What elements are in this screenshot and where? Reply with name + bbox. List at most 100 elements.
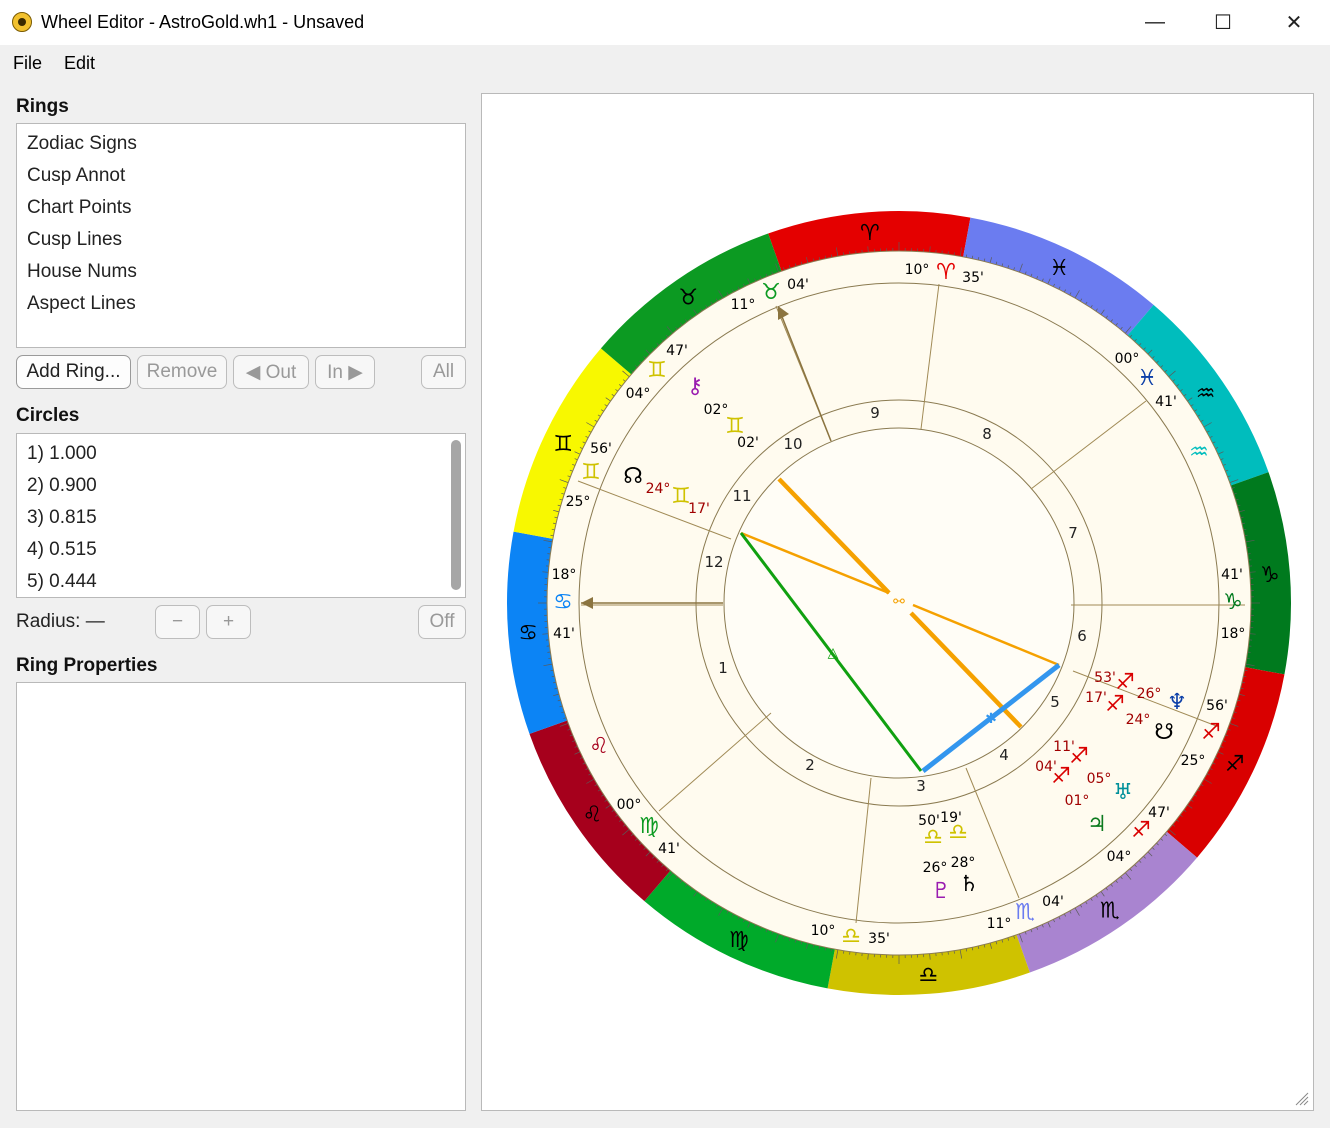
add-ring-button[interactable]: Add Ring... [16,355,131,389]
radius-minus-button[interactable]: − [155,605,200,639]
sign-glyph-icon: ♈ [860,221,880,246]
degree-annotation: 18° [552,567,577,583]
ring-properties-panel[interactable] [16,682,466,1111]
uranus-icon: ♅ [1113,780,1133,805]
rings-list[interactable]: Zodiac Signs Cusp Annot Chart Points Cus… [16,123,466,348]
sign-glyph-icon: ♐ [1225,752,1245,777]
pisces-icon: ♓ [1137,366,1157,391]
degree-annotation: 04° [1107,849,1132,865]
house-number: 1 [718,659,728,677]
opposition-icon: ⚯ [893,594,905,610]
degree-annotation: 35' [868,931,890,947]
degree-annotation: 25° [1181,753,1206,769]
minimize-button[interactable]: — [1120,0,1190,45]
degree-annotation: 56' [590,441,612,457]
list-item[interactable]: Cusp Annot [17,160,465,192]
house-number: 5 [1050,693,1060,711]
sign-glyph-icon: ♉ [678,285,698,310]
degree-annotation: 25° [566,494,591,510]
sign-glyph-icon: ♌ [583,803,603,828]
taurus-icon: ♉ [761,280,781,305]
chiron-icon: ⚷ [687,374,703,399]
list-item[interactable]: Cusp Lines [17,224,465,256]
list-item[interactable]: 5) 0.444 [17,566,465,597]
sagittarius-icon: ♐ [1105,692,1125,717]
in-button[interactable]: In ▶ [315,355,375,389]
resize-grip-icon[interactable] [1291,1088,1309,1106]
degree-annotation: 00° [617,797,642,813]
house-number: 3 [916,777,926,795]
degree-annotation: 47' [666,343,688,359]
capricorn-icon: ♑ [1223,590,1243,615]
sagittarius-icon: ♐ [1069,744,1089,769]
radius-value: — [85,611,105,632]
pluto-icon: ♇ [931,879,951,904]
astro-wheel[interactable]: ♈♓♒♑♐♏♎♍♌♋♊♉ 123456789101112 ⚯△✱ 10° 35'0… [482,94,1313,1110]
menu-file[interactable]: File [13,53,42,74]
list-item[interactable]: 3) 0.815 [17,502,465,534]
cancer-icon: ♋ [553,590,573,615]
aries-icon: ♈ [936,260,956,285]
radius-label: Radius: — [16,611,105,632]
house-number: 10 [783,435,802,453]
menu-edit[interactable]: Edit [64,53,95,74]
degree-annotation: 10° [811,923,836,939]
gemini-icon: ♊ [671,484,691,509]
virgo-icon: ♍ [639,814,659,839]
chart-canvas[interactable]: ♈ ♓ ♒ ♑ ♐ ♏ ♎ ♍ ♌ ♋ ♊ ♉ 1 2 3 4 5 6 7 8 9 10 11 12 ⚯ △ ✱ 10° 35' 0… [481,93,1314,1111]
ring-properties-label: Ring Properties [16,655,158,676]
sign-glyph-icon: ♏ [1100,899,1120,924]
south-node-icon: ☋ [1154,720,1174,745]
sign-glyph-icon: ♍ [729,928,749,953]
degree-annotation: 05° [1087,771,1112,787]
list-item[interactable]: 2) 0.900 [17,470,465,502]
degree-annotation: 17' [688,501,710,517]
circles-label: Circles [16,405,80,426]
degree-annotation: 10° [905,262,930,278]
sextile-icon: ✱ [985,711,997,727]
sagittarius-icon: ♐ [1051,764,1071,789]
degree-annotation: 24° [646,481,671,497]
degree-annotation: 01° [1065,793,1090,809]
libra-icon: ♎ [948,820,968,845]
jupiter-icon: ♃ [1087,812,1107,837]
list-item[interactable]: 4) 0.515 [17,534,465,566]
maximize-button[interactable]: ☐ [1188,0,1258,45]
all-button[interactable]: All [421,355,466,389]
degree-annotation: 00° [1115,351,1140,367]
leo-icon: ♌ [589,734,609,759]
gemini-icon: ♊ [647,358,667,383]
house-number: 9 [870,404,880,422]
house-number: 7 [1068,524,1078,542]
circles-scrollbar[interactable] [451,440,461,590]
list-item[interactable]: Chart Points [17,192,465,224]
degree-annotation: 53' [1094,670,1116,686]
degree-annotation: 04° [626,386,651,402]
degree-annotation: 35' [962,270,984,286]
rings-label: Rings [16,96,69,117]
degree-annotation: 11° [731,297,756,313]
list-item[interactable]: Zodiac Signs [17,128,465,160]
degree-annotation: 04' [787,277,809,293]
house-number: 11 [732,487,751,505]
sagittarius-icon: ♐ [1201,720,1221,745]
list-item[interactable]: 1) 1.000 [17,438,465,470]
sign-glyph-icon: ♎ [918,963,938,988]
gemini-icon: ♊ [725,414,745,439]
sagittarius-icon: ♐ [1131,818,1151,843]
libra-icon: ♎ [923,825,943,850]
list-item[interactable]: House Nums [17,256,465,288]
circles-list[interactable]: 1) 1.000 2) 0.900 3) 0.815 4) 0.515 5) 0… [16,433,466,598]
house-number: 2 [805,756,815,774]
sign-glyph-icon: ♑ [1260,563,1280,588]
out-button[interactable]: ◀ Out [233,355,309,389]
degree-annotation: 56' [1206,698,1228,714]
remove-button[interactable]: Remove [137,355,227,389]
title-bar: Wheel Editor - AstroGold.wh1 - Unsaved —… [0,0,1330,45]
libra-icon: ♎ [841,924,861,949]
radius-plus-button[interactable]: + [206,605,251,639]
list-item[interactable]: Aspect Lines [17,288,465,320]
degree-annotation: 41' [1221,567,1243,583]
off-button[interactable]: Off [418,605,466,639]
close-button[interactable]: ✕ [1259,0,1329,45]
